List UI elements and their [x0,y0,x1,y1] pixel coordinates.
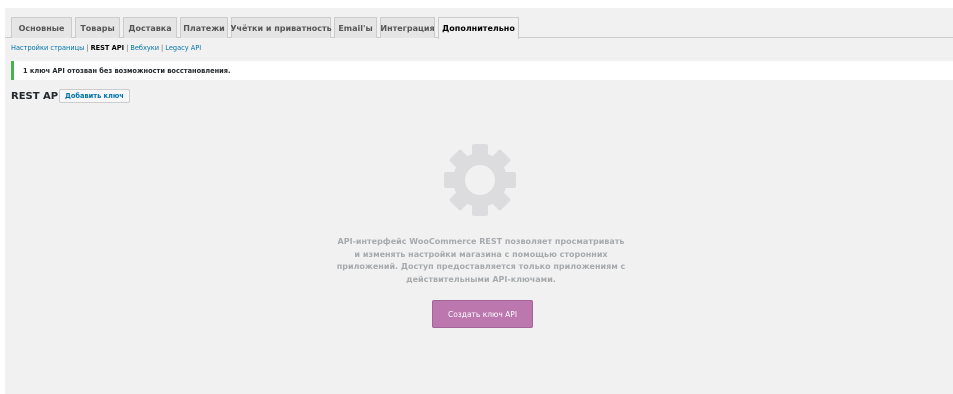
tab-emails[interactable]: Email'ы [334,17,377,38]
success-notice: 1 ключ API отозван без возможности восст… [11,61,953,80]
section-subnav: Настройки страницы | REST API | Вебхуки | Lega… [11,44,201,52]
notice-text: 1 ключ API отозван без возможности восст… [23,66,231,75]
add-key-button[interactable]: Добавить ключ [59,89,130,103]
subnav-webhooks[interactable]: Вебхуки [130,44,159,52]
subnav-rest-api[interactable]: REST API [91,44,125,52]
tab-general[interactable]: Основные [11,17,72,38]
gear-icon [444,144,516,216]
settings-tabs: Основные Товары Доставка Платежи Учётки … [5,8,953,39]
tab-integration[interactable]: Интеграция [380,17,435,38]
blankslate-message: API-интерфейс WooCommerce REST позволяет… [336,237,626,284]
create-api-key-button[interactable]: Создать ключ API [432,300,533,328]
subnav-legacy-api[interactable]: Legacy API [165,44,201,52]
tab-advanced[interactable]: Дополнительно [438,17,519,39]
tab-accounts-privacy[interactable]: Учётки и приватность [230,17,332,38]
tab-payments[interactable]: Платежи [180,17,228,38]
subnav-page-setup[interactable]: Настройки страницы [11,44,84,52]
tab-products[interactable]: Товары [75,17,120,38]
page-title: REST API [11,91,62,102]
tab-shipping[interactable]: Доставка [123,17,177,38]
